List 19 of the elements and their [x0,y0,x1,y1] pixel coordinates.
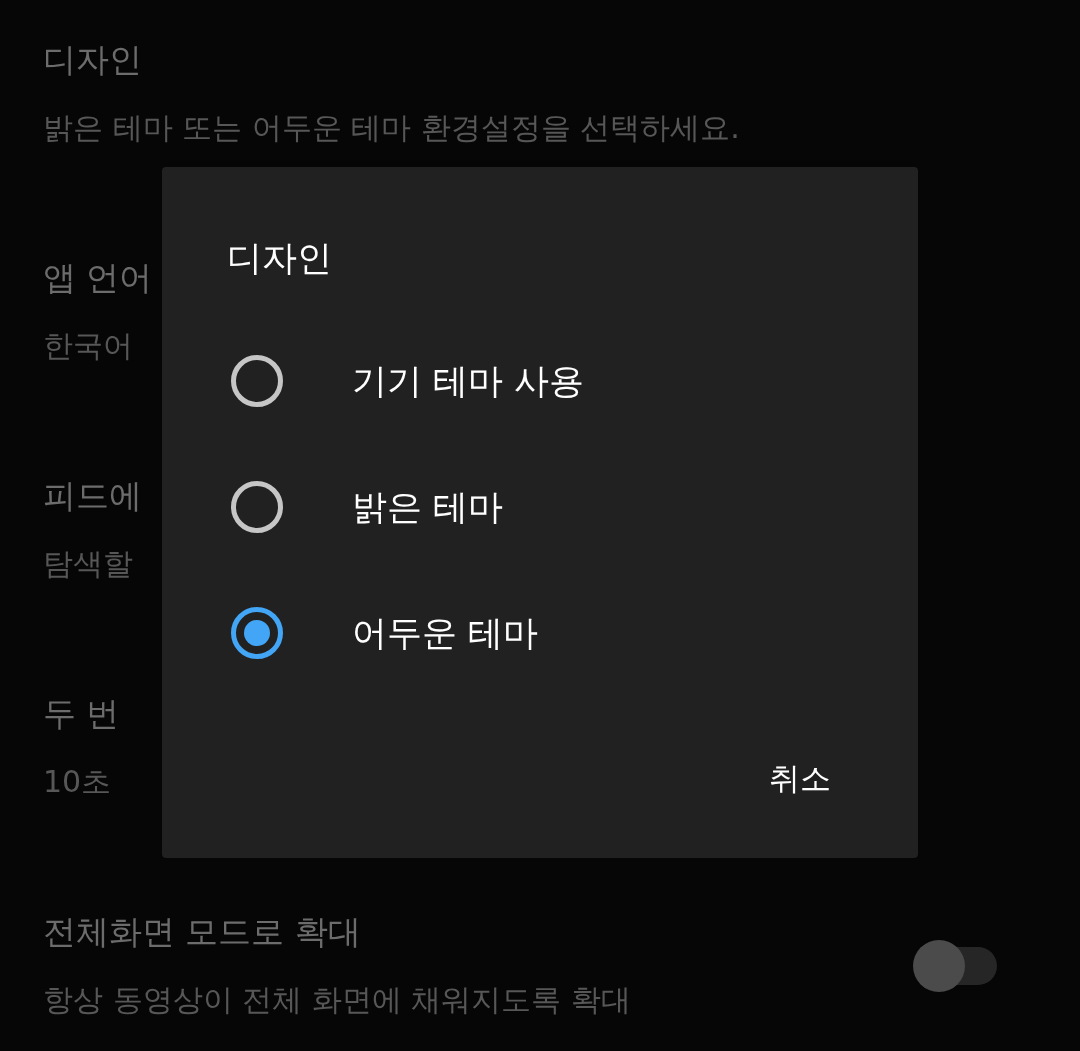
setting-description: 항상 동영상이 전체 화면에 채워지도록 확대 [43,981,631,1019]
setting-title: 앱 언어 [43,257,153,299]
setting-title: 디자인 [43,39,142,81]
cancel-button[interactable]: 취소 [745,750,855,806]
dialog-title: 디자인 [227,237,332,280]
setting-description: 밝은 테마 또는 어두운 테마 환경설정을 선택하세요. [43,109,740,147]
option-label[interactable]: 밝은 테마 [352,483,504,531]
setting-description: 10초 [43,763,112,801]
radio-unselected-icon[interactable] [231,355,283,407]
option-label[interactable]: 기기 테마 사용 [352,357,585,405]
option-label[interactable]: 어두운 테마 [352,609,539,657]
setting-title: 피드에 [43,475,142,517]
radio-selected-icon[interactable] [231,607,283,659]
setting-title: 두 번 [43,693,120,735]
setting-title: 전체화면 모드로 확대 [43,911,361,953]
setting-description: 탐색할 [43,545,133,583]
setting-description: 한국어 [43,327,133,365]
radio-unselected-icon[interactable] [231,481,283,533]
toggle-switch[interactable] [913,940,997,992]
